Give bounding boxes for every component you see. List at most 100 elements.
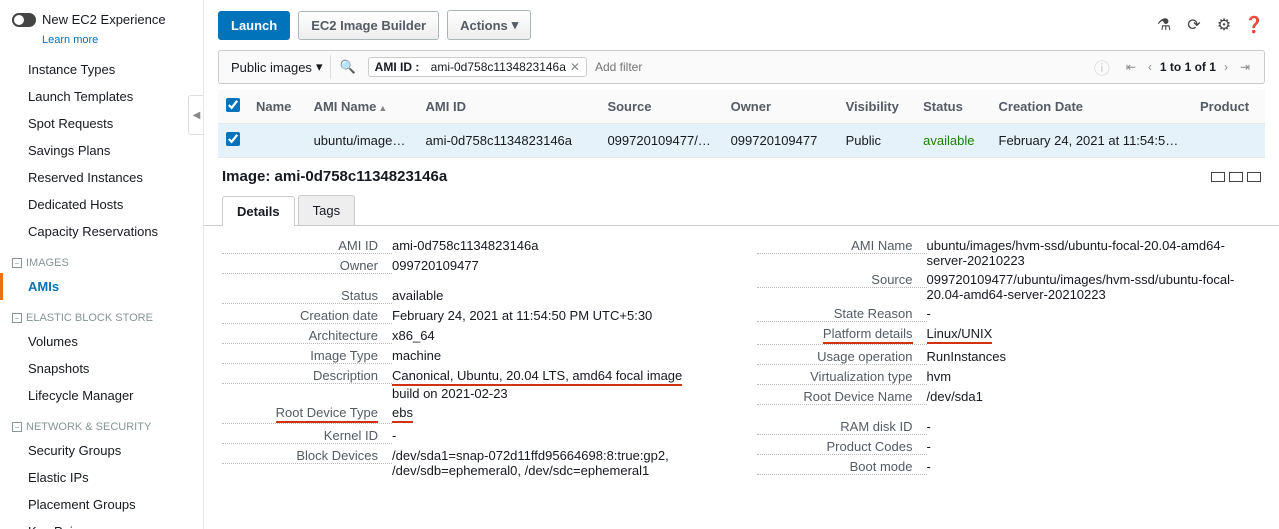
layout-bottom-icon[interactable] bbox=[1247, 172, 1261, 182]
sidebar-item-security-groups[interactable]: Security Groups bbox=[0, 437, 203, 464]
gear-icon[interactable]: ⚙ bbox=[1213, 14, 1235, 36]
k-source: Source bbox=[757, 272, 927, 288]
details-grid: AMI IDami-0d758c1134823146a Owner0997201… bbox=[204, 226, 1279, 529]
pager-first[interactable]: ⇤ bbox=[1122, 60, 1140, 74]
sidebar-group-network-security[interactable]: −NETWORK & SECURITY bbox=[0, 409, 203, 437]
cell-creation-date: February 24, 2021 at 11:54:5… bbox=[991, 124, 1193, 158]
actions-dropdown[interactable]: Actions ▾ bbox=[447, 10, 531, 40]
k-image-type: Image Type bbox=[222, 348, 392, 364]
k-ram-disk-id: RAM disk ID bbox=[757, 419, 927, 435]
sidebar-group-images[interactable]: −IMAGES bbox=[0, 245, 203, 273]
col-ami-id[interactable]: AMI ID bbox=[418, 90, 600, 124]
k-usage-operation: Usage operation bbox=[757, 349, 927, 365]
k-virtualization-type: Virtualization type bbox=[757, 369, 927, 385]
new-experience-toggle[interactable] bbox=[12, 13, 36, 27]
sidebar-item-snapshots[interactable]: Snapshots bbox=[0, 355, 203, 382]
ec2-image-builder-button[interactable]: EC2 Image Builder bbox=[298, 11, 439, 40]
help-icon[interactable]: ❓ bbox=[1243, 14, 1265, 36]
flask-icon[interactable]: ⚗ bbox=[1153, 14, 1175, 36]
col-ami-name[interactable]: AMI Name▲ bbox=[306, 90, 418, 124]
sidebar-item-lifecycle-manager[interactable]: Lifecycle Manager bbox=[0, 382, 203, 409]
sidebar-item-capacity-reservations[interactable]: Capacity Reservations bbox=[0, 218, 203, 245]
row-checkbox[interactable] bbox=[226, 132, 240, 146]
select-all-checkbox[interactable] bbox=[226, 98, 240, 112]
col-visibility[interactable]: Visibility bbox=[838, 90, 916, 124]
sidebar-item-launch-templates[interactable]: Launch Templates bbox=[0, 83, 203, 110]
sidebar: New EC2 Experience Learn more Instance T… bbox=[0, 0, 204, 529]
filter-tag-ami-id: AMI ID : ami-0d758c1134823146a ✕ bbox=[368, 57, 587, 77]
col-product[interactable]: Product bbox=[1192, 90, 1265, 124]
k-root-device-type: Root Device Type bbox=[222, 405, 392, 424]
v-block-devices: /dev/sda1=snap-072d11ffd95664698:8:true:… bbox=[392, 448, 727, 478]
sidebar-item-volumes[interactable]: Volumes bbox=[0, 328, 203, 355]
sidebar-item-instance-types[interactable]: Instance Types bbox=[0, 56, 203, 83]
sort-asc-icon: ▲ bbox=[378, 103, 387, 113]
v-owner: 099720109477 bbox=[392, 258, 727, 273]
v-boot-mode: - bbox=[927, 459, 1262, 474]
pager: ⇤ ‹ 1 to 1 of 1 › ⇥ bbox=[1116, 60, 1260, 74]
col-status[interactable]: Status bbox=[915, 90, 990, 124]
cell-status: available bbox=[915, 124, 990, 158]
k-owner: Owner bbox=[222, 258, 392, 274]
remove-filter-icon[interactable]: ✕ bbox=[570, 60, 580, 74]
col-owner[interactable]: Owner bbox=[723, 90, 838, 124]
v-description: Canonical, Ubuntu, 20.04 LTS, amd64 foca… bbox=[392, 368, 727, 401]
v-product-codes: - bbox=[927, 439, 1262, 454]
col-name[interactable]: Name bbox=[248, 90, 306, 124]
k-kernel-id: Kernel ID bbox=[222, 428, 392, 444]
v-state-reason: - bbox=[927, 306, 1262, 321]
pager-count: 1 to 1 of 1 bbox=[1160, 60, 1216, 74]
tab-tags[interactable]: Tags bbox=[298, 195, 355, 225]
v-status: available bbox=[392, 288, 727, 303]
v-kernel-id: - bbox=[392, 428, 727, 443]
sidebar-item-savings-plans[interactable]: Savings Plans bbox=[0, 137, 203, 164]
chevron-down-icon: ▾ bbox=[316, 59, 323, 75]
add-filter-input[interactable] bbox=[587, 56, 1088, 78]
v-image-type: machine bbox=[392, 348, 727, 363]
learn-more-link[interactable]: Learn more bbox=[42, 34, 98, 46]
sidebar-collapse-handle[interactable]: ◀ bbox=[188, 95, 204, 135]
sidebar-item-reserved-instances[interactable]: Reserved Instances bbox=[0, 164, 203, 191]
cell-product bbox=[1192, 124, 1265, 158]
k-architecture: Architecture bbox=[222, 328, 392, 344]
table-row[interactable]: ubuntu/images… ami-0d758c1134823146a 099… bbox=[218, 124, 1265, 158]
v-ami-id: ami-0d758c1134823146a bbox=[392, 238, 727, 253]
col-creation-date[interactable]: Creation Date bbox=[991, 90, 1193, 124]
cell-owner: 099720109477 bbox=[723, 124, 838, 158]
k-platform-details: Platform details bbox=[757, 326, 927, 345]
cell-source: 099720109477/… bbox=[599, 124, 722, 158]
sidebar-item-placement-groups[interactable]: Placement Groups bbox=[0, 491, 203, 518]
chevron-down-icon: ▾ bbox=[512, 17, 519, 33]
sidebar-item-elastic-ips[interactable]: Elastic IPs bbox=[0, 464, 203, 491]
ami-table: Name AMI Name▲ AMI ID Source Owner Visib… bbox=[218, 90, 1265, 158]
col-source[interactable]: Source bbox=[599, 90, 722, 124]
layout-full-icon[interactable] bbox=[1211, 172, 1225, 182]
detail-panel-header: Image: ami-0d758c1134823146a bbox=[204, 158, 1279, 185]
tab-details[interactable]: Details bbox=[222, 196, 295, 226]
v-architecture: x86_64 bbox=[392, 328, 727, 343]
refresh-icon[interactable]: ⟳ bbox=[1183, 14, 1205, 36]
k-status: Status bbox=[222, 288, 392, 304]
v-creation-date: February 24, 2021 at 11:54:50 PM UTC+5:3… bbox=[392, 308, 727, 323]
new-experience-toggle-row: New EC2 Experience bbox=[0, 8, 203, 31]
visibility-scope-dropdown[interactable]: Public images ▾ bbox=[223, 55, 331, 79]
cell-ami-id: ami-0d758c1134823146a bbox=[418, 124, 600, 158]
sidebar-item-key-pairs[interactable]: Key Pairs bbox=[0, 518, 203, 529]
main-content: Launch EC2 Image Builder Actions ▾ ⚗ ⟳ ⚙… bbox=[204, 0, 1279, 529]
v-root-device-type: ebs bbox=[392, 405, 727, 423]
cell-visibility: Public bbox=[838, 124, 916, 158]
sidebar-group-ebs[interactable]: −ELASTIC BLOCK STORE bbox=[0, 300, 203, 328]
sidebar-item-amis[interactable]: AMIs bbox=[0, 273, 203, 300]
layout-split-icon[interactable] bbox=[1229, 172, 1243, 182]
pager-next[interactable]: › bbox=[1220, 60, 1232, 74]
pager-last[interactable]: ⇥ bbox=[1236, 60, 1254, 74]
pager-prev[interactable]: ‹ bbox=[1144, 60, 1156, 74]
search-icon: 🔍 bbox=[331, 59, 363, 75]
v-ami-name: ubuntu/images/hvm-ssd/ubuntu-focal-20.04… bbox=[927, 238, 1262, 268]
toolbar: Launch EC2 Image Builder Actions ▾ ⚗ ⟳ ⚙… bbox=[204, 0, 1279, 50]
k-creation-date: Creation date bbox=[222, 308, 392, 324]
info-icon[interactable]: ⓘ bbox=[1088, 55, 1116, 79]
sidebar-item-dedicated-hosts[interactable]: Dedicated Hosts bbox=[0, 191, 203, 218]
sidebar-item-spot-requests[interactable]: Spot Requests bbox=[0, 110, 203, 137]
launch-button[interactable]: Launch bbox=[218, 11, 290, 40]
